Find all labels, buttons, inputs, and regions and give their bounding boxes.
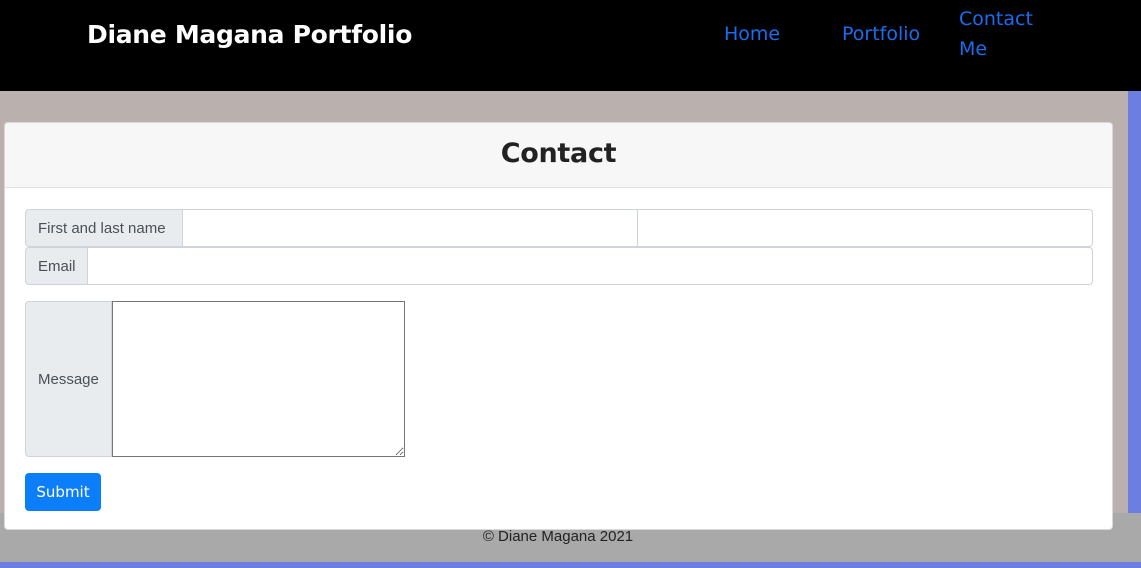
bottom-accent-bar: [0, 562, 1141, 568]
email-input-group: Email: [25, 247, 1093, 285]
contact-card: Contact First and last name Email Messag…: [4, 122, 1113, 530]
right-accent-bar: [1128, 91, 1141, 513]
email-input[interactable]: [88, 247, 1093, 285]
last-name-input[interactable]: [638, 209, 1093, 247]
submit-button[interactable]: Submit: [25, 473, 101, 511]
name-label: First and last name: [25, 209, 183, 247]
brand-title[interactable]: Diane Magana Portfolio: [87, 20, 412, 49]
nav-link-contact-me[interactable]: Contact Me: [959, 4, 1049, 64]
message-input-group: Message: [25, 301, 405, 457]
message-label: Message: [25, 301, 112, 457]
nav-link-portfolio[interactable]: Portfolio: [842, 19, 920, 49]
message-textarea[interactable]: [112, 301, 405, 457]
page-title: Contact: [500, 138, 617, 169]
card-header: Contact: [5, 123, 1112, 188]
name-input-group: First and last name: [25, 209, 1093, 247]
first-name-input[interactable]: [183, 209, 638, 247]
top-navbar: Diane Magana Portfolio Home Portfolio Co…: [0, 0, 1141, 91]
footer-copyright: © Diane Magana 2021: [482, 528, 634, 545]
email-label: Email: [25, 247, 88, 285]
nav-link-home[interactable]: Home: [724, 19, 780, 49]
